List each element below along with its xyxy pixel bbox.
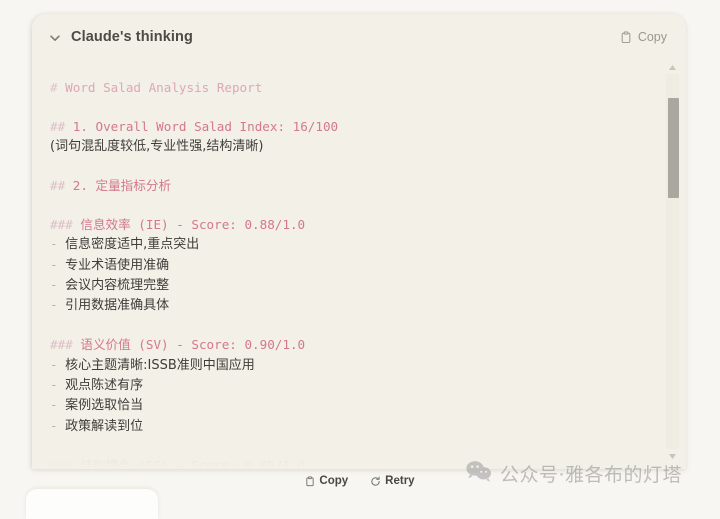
list-bullet: - <box>50 277 66 293</box>
list-bullet: - <box>50 397 66 413</box>
paragraph: (词句混乱度较低,专业性强,结构清晰) <box>50 136 642 156</box>
heading-text: Word Salad Analysis Report <box>65 80 263 95</box>
thinking-card-header: Claude's thinking Copy <box>32 14 686 60</box>
list-bullet: - <box>50 356 66 372</box>
markdown-heading: ### 信息效率 (IE) - Score: 0.88/1.0 <box>50 215 642 234</box>
list-item: - 政策解读到位 <box>50 416 642 436</box>
list-item-text: 观点陈述有序 <box>65 378 144 394</box>
list-bullet: - <box>50 417 66 433</box>
refresh-icon <box>370 475 381 487</box>
chevron-down-icon[interactable] <box>48 31 62 45</box>
markdown-heading: ## 2. 定量指标分析 <box>50 176 642 195</box>
heading-text: 语义价值 (SV) - Score: 0.90/1.0 <box>80 337 306 353</box>
paragraph-text: (词句混乱度较低,专业性强,结构清晰) <box>50 139 264 155</box>
list-item: - 专业术语使用准确 <box>50 255 642 275</box>
list-item-text: 核心主题清晰:ISSB准则中国应用 <box>65 357 255 373</box>
list-item: - 信息密度适中,重点突出 <box>50 234 642 254</box>
thinking-scrollbar[interactable] <box>665 60 680 463</box>
list-item-text: 会议内容梳理完整 <box>65 278 170 294</box>
markdown-heading: # Word Salad Analysis Report <box>50 78 642 97</box>
list-bullet: - <box>50 256 66 272</box>
heading-hash: ### <box>50 216 81 232</box>
list-item: - 观点陈述有序 <box>50 375 642 395</box>
list-item-text: 专业术语使用准确 <box>65 257 170 273</box>
heading-hash: ### <box>50 457 81 469</box>
list-item-text: 案例选取恰当 <box>65 398 144 414</box>
list-item-text: 政策解读到位 <box>65 418 144 434</box>
thinking-markdown-content: # Word Salad Analysis Report ## 1. Overal… <box>32 60 658 469</box>
list-bullet: - <box>50 297 66 313</box>
claude-thinking-card: Claude's thinking Copy # Word Salad Anal… <box>32 14 686 469</box>
copy-message-button[interactable]: Copy <box>305 475 348 487</box>
markdown-heading: ## 1. Overall Word Salad Index: 16/100 <box>50 117 642 136</box>
list-item: - 案例选取恰当 <box>50 395 642 415</box>
list-item: - 核心主题清晰:ISSB准则中国应用 <box>50 355 642 375</box>
markdown-heading: ### 结构耦合 (SC) - Score: 0.85/1.0 <box>50 456 642 469</box>
thinking-title: Claude's thinking <box>71 29 193 45</box>
caret-down-icon[interactable] <box>665 449 680 463</box>
heading-text: 信息效率 (IE) - Score: 0.88/1.0 <box>80 216 306 232</box>
heading-text: 1. Overall Word Salad Index: 16/100 <box>72 118 339 134</box>
retry-message-label: Retry <box>385 475 415 487</box>
list-item-text: 信息密度适中,重点突出 <box>65 237 200 253</box>
clipboard-icon <box>620 30 632 44</box>
copy-thinking-button[interactable]: Copy <box>615 27 672 47</box>
markdown-heading: ### 语义价值 (SV) - Score: 0.90/1.0 <box>50 335 642 354</box>
scrollbar-thumb[interactable] <box>668 98 679 198</box>
heading-text: 结构耦合 (SC) - Score: 0.85/1.0 <box>80 457 306 469</box>
heading-hash: ## <box>50 178 73 193</box>
app-background: Claude's thinking Copy # Word Salad Anal… <box>0 0 720 519</box>
thinking-scroll-region[interactable]: # Word Salad Analysis Report ## 1. Overal… <box>32 60 686 469</box>
list-bullet: - <box>50 377 66 393</box>
heading-hash: # <box>50 80 66 95</box>
clipboard-icon <box>305 475 315 487</box>
retry-message-button[interactable]: Retry <box>370 475 415 487</box>
list-bullet: - <box>50 236 66 252</box>
heading-hash: ### <box>50 337 81 353</box>
copy-message-label: Copy <box>319 475 349 487</box>
copy-thinking-label: Copy <box>637 30 667 44</box>
message-composer[interactable] <box>26 489 158 519</box>
caret-up-icon[interactable] <box>665 60 680 74</box>
list-item: - 引用数据准确具体 <box>50 295 642 315</box>
scrollbar-track[interactable] <box>666 74 679 449</box>
heading-hash: ## <box>50 118 73 134</box>
list-item: - 会议内容梳理完整 <box>50 275 642 295</box>
list-item-text: 引用数据准确具体 <box>65 298 170 314</box>
heading-text: 2. 定量指标分析 <box>72 178 172 193</box>
